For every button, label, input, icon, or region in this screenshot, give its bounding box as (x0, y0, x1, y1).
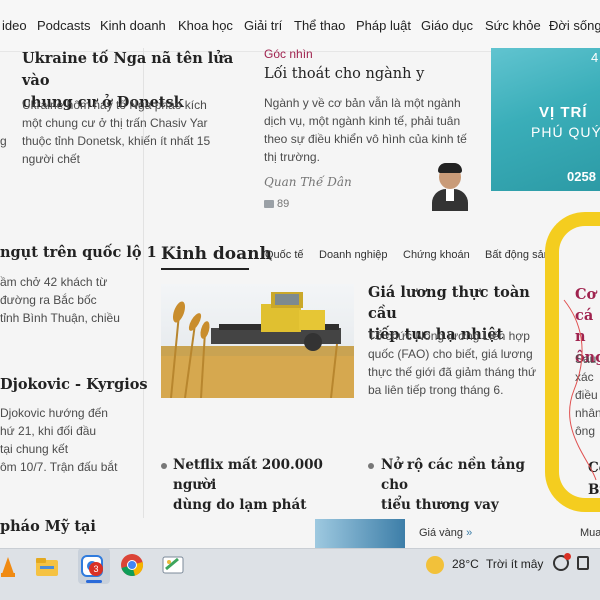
double-chevron-icon: » (466, 527, 473, 539)
opinion-title[interactable]: Lối thoát cho ngành y (264, 66, 424, 82)
nav-item-the-thao[interactable]: Thể thao (294, 18, 345, 33)
browser-page: ideo Podcasts Kinh doanh Khoa học Giải t… (0, 0, 600, 548)
device-icon[interactable] (577, 556, 589, 570)
section-heading[interactable]: Kinh doanh (161, 244, 272, 264)
vlc-icon[interactable] (0, 554, 16, 578)
author-avatar[interactable] (430, 163, 470, 211)
nav-item-phap-luat[interactable]: Pháp luật (356, 18, 411, 33)
left-story-1-title[interactable]: ngụt trên quốc lộ 1 (0, 244, 157, 261)
subtab-doanh-nghiep[interactable]: Doanh nghiệp (319, 249, 388, 261)
red-annotation-scribble (563, 299, 597, 481)
left-story-2-title[interactable]: Djokovic - Kyrgios (0, 376, 148, 393)
author-name[interactable]: Quan Thế Dân (264, 175, 352, 189)
category-nav: ideo Podcasts Kinh doanh Khoa học Giải t… (0, 0, 600, 52)
nav-item-kinh-doanh[interactable]: Kinh doanh (100, 18, 166, 33)
temperature[interactable]: 28°C (452, 557, 479, 571)
bullet-icon (368, 463, 374, 469)
business-item-lending[interactable]: Nở rộ các nền tảng cho tiểu thương vay (381, 455, 551, 515)
comment-count[interactable]: 89 (264, 198, 289, 210)
nav-item-giao-duc[interactable]: Giáo dục (421, 18, 473, 33)
opinion-label[interactable]: Góc nhìn (264, 47, 313, 61)
left-story-2-excerpt: Djokovic hướng đến hứ 21, khi đối đầu tạ… (0, 406, 118, 474)
business-item-netflix[interactable]: Netflix mất 200.000 người dùng do lạm ph… (173, 455, 363, 515)
nav-item-doi-song[interactable]: Đời sống (549, 18, 600, 33)
paint-icon[interactable] (160, 553, 186, 577)
promo-image[interactable] (315, 519, 405, 548)
nav-item-podcasts[interactable]: Podcasts (37, 18, 90, 33)
nav-item-suc-khoe[interactable]: Sức khỏe (485, 18, 541, 33)
weather-text[interactable]: Trời ít mây (486, 557, 543, 571)
wheat-harvest-image (161, 284, 354, 398)
ad-banner[interactable]: 4 VỊ TRÍ PHÚ QUÝ 0258 (491, 48, 600, 191)
subtab-bat-dong-san[interactable]: Bất động sản (485, 249, 550, 261)
lead-article-excerpt: Tổ chức Nông lương Liên hợp quốc (FAO) c… (368, 329, 537, 397)
active-indicator (86, 580, 102, 583)
left-story-1-excerpt: ầm chở 42 khách từ đường ra Bắc bốc tỉnh… (0, 275, 120, 325)
gold-price-link[interactable]: Giá vàng » (419, 527, 472, 539)
chrome-icon[interactable] (120, 553, 144, 577)
cropped-text: g (0, 134, 7, 148)
opinion-excerpt: Ngành y về cơ bản vẫn là một ngành dịch … (264, 96, 467, 164)
nav-item-giai-tri[interactable]: Giải trí (244, 18, 282, 33)
bullet-icon (161, 463, 167, 469)
nav-item-video[interactable]: ideo (2, 18, 27, 33)
lead-article-image[interactable] (161, 284, 354, 398)
nav-item-khoa-hoc[interactable]: Khoa học (178, 18, 233, 33)
buy-link[interactable]: Mua (580, 527, 600, 539)
weather-icon[interactable] (426, 556, 444, 574)
subtab-chung-khoan[interactable]: Chứng khoán (403, 249, 470, 261)
section-underline (161, 268, 249, 270)
file-explorer-icon[interactable] (34, 554, 60, 578)
comment-icon (264, 200, 274, 209)
left-story-3-title[interactable]: pháo Mỹ tại (0, 518, 96, 535)
notification-icon[interactable] (553, 553, 571, 571)
top-article-excerpt: Ukraine hôm nay tố Nga pháo kích một chu… (22, 98, 211, 166)
notification-badge: 3 (89, 562, 103, 576)
subtab-quoc-te[interactable]: Quốc tế (265, 249, 304, 261)
